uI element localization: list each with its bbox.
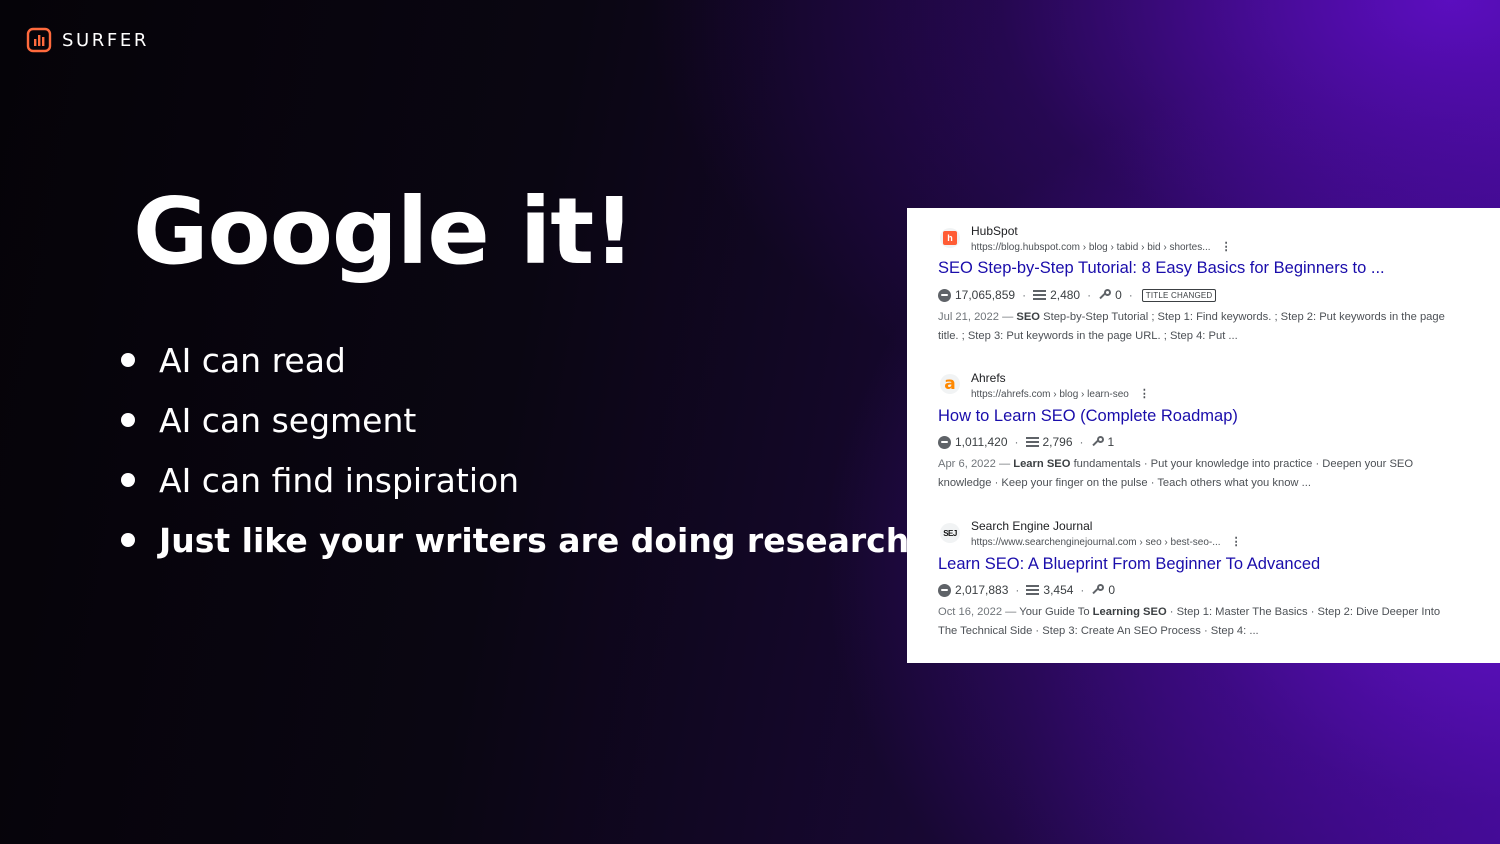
traffic-icon xyxy=(938,583,951,597)
traffic-icon xyxy=(938,288,951,302)
result-metrics: 17,065,859 · 2,480 · 0 · TITLE CHANGED xyxy=(938,288,1217,302)
sej-icon: SEJ xyxy=(940,523,960,543)
result-snippet: Jul 21, 2022 — SEO Step-by-Step Tutorial… xyxy=(938,311,1445,342)
keywords-value: 0 xyxy=(1108,583,1116,597)
result-url[interactable]: https://blog.hubspot.com › blog › tabid … xyxy=(971,240,1232,253)
word-count-value: 2,480 xyxy=(1050,288,1081,302)
traffic-value: 1,011,420 xyxy=(955,435,1008,449)
traffic-value: 17,065,859 xyxy=(955,288,1016,302)
brand-name: SURFER xyxy=(62,29,149,51)
bullet-item: AI can find inspiration xyxy=(120,450,909,510)
ahrefs-icon: a xyxy=(940,374,960,394)
key-icon xyxy=(1098,288,1112,302)
result-snippet: Apr 6, 2022 — Learn SEO fundamentals · P… xyxy=(938,458,1414,489)
result-title-link[interactable]: How to Learn SEO (Complete Roadmap) xyxy=(938,407,1238,426)
result-site-name: Search Engine Journal xyxy=(971,519,1093,533)
bullet-item: AI can segment xyxy=(120,390,909,450)
result-site-name: HubSpot xyxy=(971,224,1018,238)
more-options-icon[interactable]: ⋮ xyxy=(1139,387,1150,400)
bullet-dot-icon xyxy=(121,353,135,367)
result-title-link[interactable]: SEO Step-by-Step Tutorial: 8 Easy Basics… xyxy=(938,259,1385,278)
bullet-text: AI can find inspiration xyxy=(159,460,520,500)
bullet-text: Just like your writers are doing researc… xyxy=(159,520,910,560)
result-snippet: Oct 16, 2022 — Your Guide To Learning SE… xyxy=(938,606,1441,637)
result-title-link[interactable]: Learn SEO: A Blueprint From Beginner To … xyxy=(938,555,1320,574)
bullet-dot-icon xyxy=(121,473,135,487)
key-icon xyxy=(1091,583,1105,597)
result-url[interactable]: https://ahrefs.com › blog › learn-seo ⋮ xyxy=(971,387,1150,400)
word-count-icon xyxy=(1033,289,1047,301)
bullet-dot-icon xyxy=(121,413,135,427)
result-metrics: 2,017,883 · 3,454 · 0 xyxy=(938,583,1115,597)
bullet-dot-icon xyxy=(121,533,135,547)
surfer-logo-icon xyxy=(26,27,52,53)
word-count-value: 2,796 xyxy=(1042,435,1073,449)
more-options-icon[interactable]: ⋮ xyxy=(1231,535,1242,548)
slide-title: Google it! xyxy=(133,178,635,285)
word-count-value: 3,454 xyxy=(1043,583,1074,597)
keywords-value: 1 xyxy=(1107,435,1115,449)
serp-screenshot: h HubSpot https://blog.hubspot.com › blo… xyxy=(907,208,1500,663)
key-icon xyxy=(1091,435,1104,449)
more-options-icon[interactable]: ⋮ xyxy=(1221,240,1232,253)
surfer-logo: SURFER xyxy=(26,27,149,53)
word-count-icon xyxy=(1025,436,1039,448)
word-count-icon xyxy=(1026,584,1040,596)
traffic-icon xyxy=(938,435,951,449)
title-changed-badge: TITLE CHANGED xyxy=(1141,288,1217,302)
bullet-list: AI can read AI can segment AI can find i… xyxy=(120,330,909,570)
result-url[interactable]: https://www.searchenginejournal.com › se… xyxy=(971,535,1242,548)
result-site-name: Ahrefs xyxy=(971,371,1006,385)
result-metrics: 1,011,420 · 2,796 · 1 xyxy=(938,435,1114,449)
bullet-item: Just like your writers are doing researc… xyxy=(120,510,909,570)
hubspot-icon: h xyxy=(940,228,960,248)
bullet-text: AI can segment xyxy=(159,400,417,440)
keywords-value: 0 xyxy=(1115,288,1122,302)
traffic-value: 2,017,883 xyxy=(955,583,1009,597)
bullet-item: AI can read xyxy=(120,330,909,390)
bullet-text: AI can read xyxy=(159,340,346,380)
